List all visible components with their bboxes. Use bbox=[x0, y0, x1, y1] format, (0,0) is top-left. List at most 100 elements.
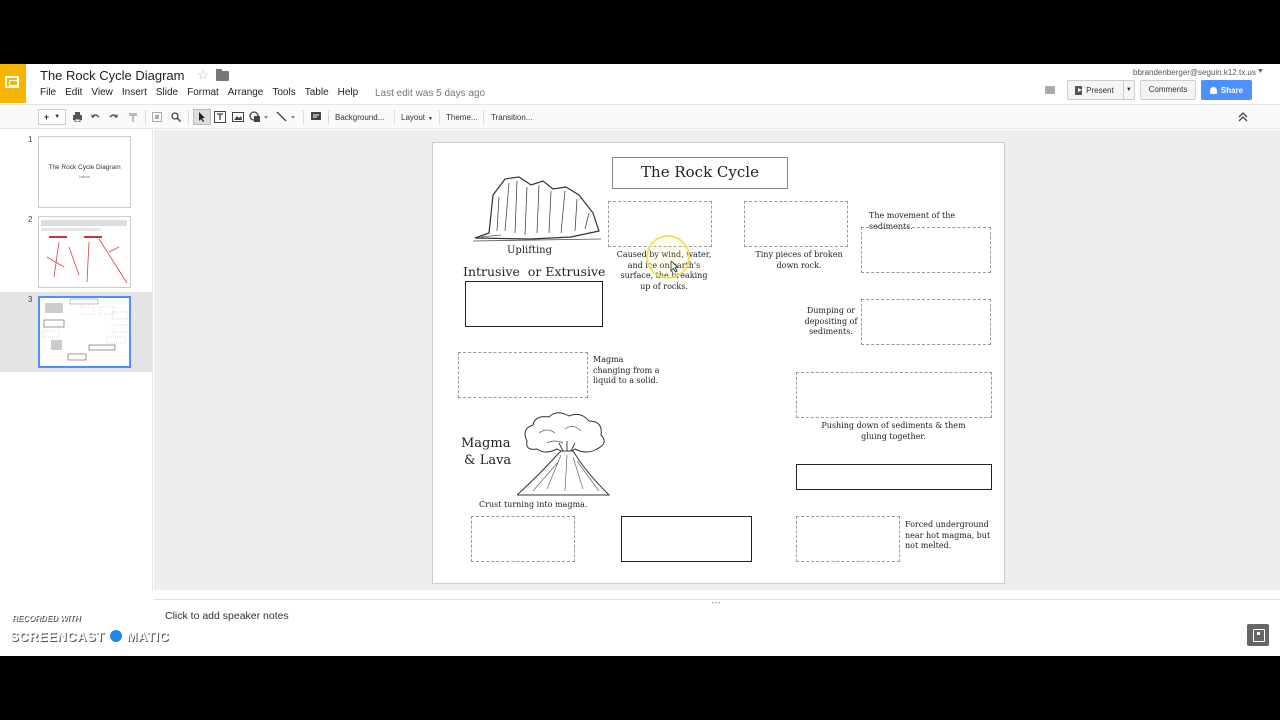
menu-tools[interactable]: Tools bbox=[272, 87, 295, 98]
answer-box-dashed[interactable] bbox=[861, 227, 991, 273]
slide-canvas[interactable]: The Rock Cycle Uplifting Intrusive or Ex… bbox=[154, 130, 1280, 590]
undo-icon[interactable] bbox=[90, 112, 100, 122]
slide[interactable]: The Rock Cycle Uplifting Intrusive or Ex… bbox=[432, 142, 1005, 584]
slide-thumbnail-row[interactable]: 1 The Rock Cycle Diagram Name bbox=[0, 132, 152, 212]
speaker-notes-panel[interactable]: ••• Click to add speaker notes bbox=[154, 599, 1280, 656]
new-slide-button[interactable]: + ▼ bbox=[38, 109, 66, 125]
thumbnail-diagram-preview bbox=[41, 220, 128, 284]
layout-button[interactable]: Layout ▼ bbox=[401, 113, 433, 122]
answer-box-solid[interactable] bbox=[621, 516, 752, 562]
star-icon[interactable]: ☆ bbox=[197, 67, 209, 83]
magma-lava-label[interactable]: Magma & Lava bbox=[461, 435, 511, 469]
toolbar-divider bbox=[303, 110, 304, 125]
share-button[interactable]: Share bbox=[1201, 80, 1252, 100]
present-button[interactable]: Present ▼ bbox=[1067, 80, 1135, 100]
image-icon[interactable] bbox=[232, 111, 244, 123]
explore-icon[interactable] bbox=[1247, 624, 1269, 646]
crust-caption[interactable]: Crust turning into magma. bbox=[479, 500, 619, 511]
slide-thumbnail-row-selected[interactable]: 3 bbox=[0, 292, 152, 372]
toolbar: + ▼ Background... Layout ▼ Theme... Transi… bbox=[0, 104, 1280, 129]
watermark-line2: SCREENCAST MATIC bbox=[10, 627, 169, 645]
shape-icon[interactable] bbox=[249, 111, 269, 123]
screencast-watermark: RECORDED WITH SCREENCAST MATIC bbox=[10, 612, 180, 652]
transition-button[interactable]: Transition... bbox=[491, 113, 533, 122]
thumbnail-subtitle: Name bbox=[79, 174, 90, 179]
share-label: Share bbox=[1220, 85, 1244, 95]
watermark-line1: RECORDED WITH bbox=[12, 614, 81, 623]
cursor-icon bbox=[199, 112, 205, 122]
zoom-icon[interactable] bbox=[171, 112, 181, 122]
chat-icon[interactable] bbox=[1045, 86, 1055, 94]
redo-icon[interactable] bbox=[109, 112, 119, 122]
answer-box-dashed[interactable] bbox=[796, 372, 992, 418]
answer-box-solid[interactable] bbox=[796, 464, 992, 490]
answer-box-dashed[interactable] bbox=[744, 201, 848, 247]
metamorphism-caption[interactable]: Forced underground near hot magma, but n… bbox=[905, 520, 991, 552]
play-icon bbox=[1075, 85, 1083, 95]
present-label: Present bbox=[1086, 85, 1114, 95]
toolbar-divider bbox=[145, 110, 146, 125]
toolbar-divider bbox=[439, 110, 440, 125]
answer-box-dashed[interactable] bbox=[796, 516, 900, 562]
mouse-cursor-icon bbox=[670, 261, 678, 273]
menu-file[interactable]: File bbox=[40, 87, 56, 98]
deposition-caption[interactable]: Dumping or depositing of sediments. bbox=[803, 306, 859, 338]
background-button[interactable]: Background... bbox=[335, 113, 384, 122]
slide-number: 3 bbox=[28, 295, 33, 304]
line-icon[interactable] bbox=[276, 111, 298, 123]
theme-button[interactable]: Theme... bbox=[446, 113, 478, 122]
intrusive-extrusive-label[interactable]: Intrusive or Extrusive bbox=[463, 264, 605, 279]
answer-box-solid[interactable] bbox=[465, 281, 603, 327]
cursor-highlight bbox=[646, 235, 690, 279]
comments-button[interactable]: Comments bbox=[1140, 80, 1196, 100]
text-box-icon[interactable] bbox=[214, 111, 226, 123]
account-email[interactable]: bbrandenberger@seguin.k12.tx.us bbox=[1133, 68, 1256, 77]
speaker-notes-placeholder[interactable]: Click to add speaker notes bbox=[165, 610, 289, 622]
menu-help[interactable]: Help bbox=[338, 87, 359, 98]
toolbar-divider bbox=[188, 110, 189, 125]
answer-box-dashed[interactable] bbox=[458, 352, 588, 398]
zoom-fit-icon[interactable] bbox=[152, 112, 162, 122]
volcano-illustration[interactable] bbox=[517, 411, 613, 499]
menu-slide[interactable]: Slide bbox=[156, 87, 178, 98]
cooling-caption[interactable]: Magma changing from a liquid to a solid. bbox=[593, 355, 663, 387]
account-dropdown-icon[interactable]: ▼ bbox=[1257, 68, 1264, 75]
slide-thumbnail-row[interactable]: 2 bbox=[0, 212, 152, 292]
select-tool[interactable] bbox=[193, 109, 211, 125]
menu-bar: File Edit View Insert Slide Format Arran… bbox=[40, 87, 367, 98]
toolbar-divider bbox=[394, 110, 395, 125]
menu-insert[interactable]: Insert bbox=[122, 87, 147, 98]
present-dropdown-icon[interactable]: ▼ bbox=[1122, 81, 1134, 99]
slides-logo[interactable] bbox=[0, 64, 26, 103]
rock-cliff-illustration[interactable] bbox=[471, 173, 603, 243]
menu-arrange[interactable]: Arrange bbox=[228, 87, 264, 98]
watermark-text-a: SCREENCAST bbox=[10, 628, 105, 644]
menu-edit[interactable]: Edit bbox=[65, 87, 82, 98]
collapse-toolbar-icon[interactable] bbox=[1238, 112, 1248, 122]
slide-thumbnail[interactable] bbox=[38, 296, 131, 368]
slides-icon bbox=[5, 76, 19, 88]
slide-title-box[interactable]: The Rock Cycle bbox=[612, 157, 788, 189]
print-icon[interactable] bbox=[72, 112, 83, 122]
person-icon bbox=[1209, 86, 1217, 94]
menu-table[interactable]: Table bbox=[305, 87, 329, 98]
uplifting-label[interactable]: Uplifting bbox=[507, 245, 552, 256]
resize-grip-icon[interactable]: ••• bbox=[712, 601, 721, 607]
menu-format[interactable]: Format bbox=[187, 87, 219, 98]
magma-label-line2: & Lava bbox=[464, 453, 512, 468]
new-slide-label: + bbox=[43, 112, 50, 122]
answer-box-dashed[interactable] bbox=[861, 299, 991, 345]
menu-view[interactable]: View bbox=[91, 87, 113, 98]
paint-format-icon[interactable] bbox=[128, 112, 138, 122]
comment-add-icon[interactable] bbox=[310, 111, 322, 123]
last-edit-status[interactable]: Last edit was 5 days ago bbox=[375, 88, 485, 99]
folder-icon[interactable] bbox=[216, 69, 229, 81]
answer-box-dashed[interactable] bbox=[471, 516, 575, 562]
slide-thumbnail[interactable] bbox=[38, 216, 131, 288]
compaction-caption[interactable]: Pushing down of sediments & them gluing … bbox=[811, 421, 976, 442]
erosion-caption[interactable]: Tiny pieces of broken down rock. bbox=[755, 250, 843, 271]
toolbar-divider bbox=[328, 110, 329, 125]
document-title[interactable]: The Rock Cycle Diagram bbox=[40, 68, 185, 83]
watermark-text-b: MATIC bbox=[126, 628, 170, 644]
slide-thumbnail[interactable]: The Rock Cycle Diagram Name bbox=[38, 136, 131, 208]
